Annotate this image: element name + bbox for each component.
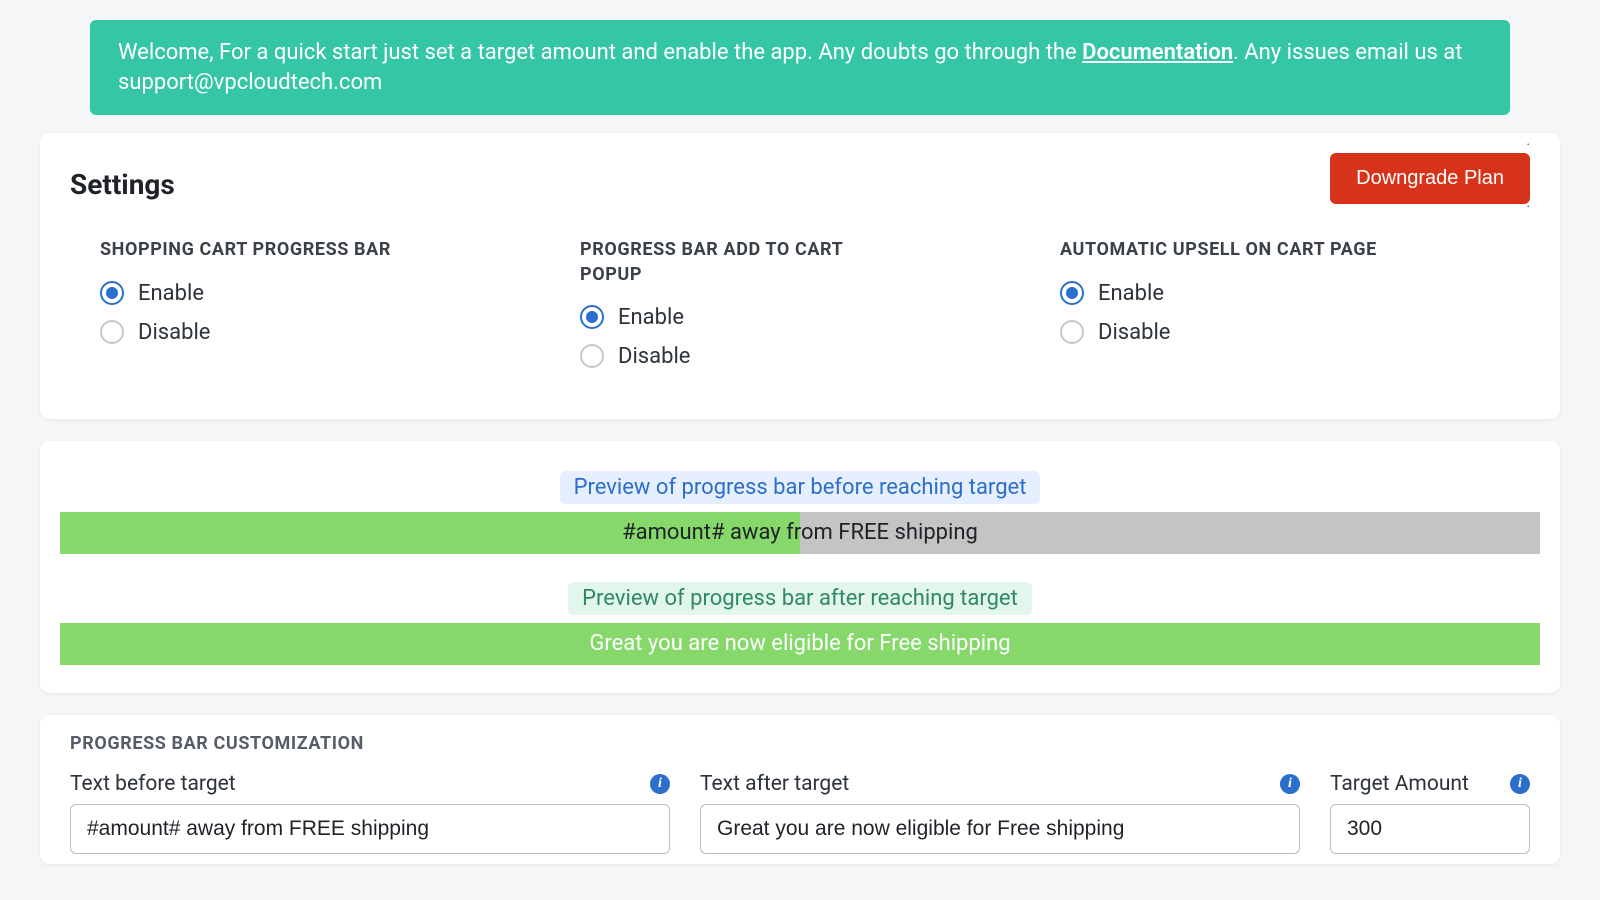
radio-label: Enable [1098,281,1164,306]
field-target-amount: Target Amount i [1330,772,1530,854]
radio-icon [580,344,604,368]
text-after-input[interactable] [700,804,1300,854]
field-text-after: Text after target i [700,772,1300,854]
setting-group-cart-progress: SHOPPING CART PROGRESS BAR Enable Disabl… [100,238,570,383]
downgrade-plan-button[interactable]: Downgrade Plan [1330,153,1530,204]
radio-label: Disable [1098,320,1170,345]
progress-bar-after: Great you are now eligible for Free ship… [60,623,1540,665]
banner-text-before: Welcome, For a quick start just set a ta… [118,40,1082,65]
radio-icon [1060,281,1084,305]
setting-group-upsell: AUTOMATIC UPSELL ON CART PAGE Enable Dis… [1060,238,1530,383]
radio-label: Enable [138,281,204,306]
radio-disable[interactable]: Disable [100,320,570,345]
info-icon[interactable]: i [1510,774,1530,794]
setting-group-popup-progress: PROGRESS BAR ADD TO CART POPUP Enable Di… [580,238,1050,383]
radio-icon [580,305,604,329]
preview-after-label: Preview of progress bar after reaching t… [568,582,1032,615]
target-amount-input[interactable] [1330,804,1530,854]
field-label: Target Amount [1330,772,1469,796]
progress-bar-before: #amount# away from FREE shipping [60,512,1540,554]
preview-before-label: Preview of progress bar before reaching … [560,471,1041,504]
customization-card: PROGRESS BAR CUSTOMIZATION Text before t… [40,715,1560,864]
radio-enable[interactable]: Enable [100,281,570,306]
radio-icon [100,320,124,344]
settings-card: · · Settings Downgrade Plan SHOPPING CAR… [40,133,1560,419]
radio-label: Disable [618,344,690,369]
progress-text-after: Great you are now eligible for Free ship… [589,631,1010,656]
radio-icon [1060,320,1084,344]
setting-heading: AUTOMATIC UPSELL ON CART PAGE [1060,238,1380,262]
setting-heading: SHOPPING CART PROGRESS BAR [100,238,420,262]
info-icon[interactable]: i [1280,774,1300,794]
settings-title: Settings [70,168,175,201]
preview-card: Preview of progress bar before reaching … [40,441,1560,693]
field-text-before: Text before target i [70,772,670,854]
radio-icon [100,281,124,305]
radio-enable[interactable]: Enable [580,305,1050,330]
documentation-link[interactable]: Documentation [1082,40,1233,65]
radio-disable[interactable]: Disable [1060,320,1530,345]
radio-label: Disable [138,320,210,345]
text-before-input[interactable] [70,804,670,854]
info-icon[interactable]: i [650,774,670,794]
setting-heading: PROGRESS BAR ADD TO CART POPUP [580,238,900,287]
radio-enable[interactable]: Enable [1060,281,1530,306]
radio-label: Enable [618,305,684,330]
field-label: Text before target [70,772,236,796]
field-label: Text after target [700,772,849,796]
menu-dots-icon: · [1526,137,1530,153]
customization-heading: PROGRESS BAR CUSTOMIZATION [70,733,1530,754]
progress-text-before: #amount# away from FREE shipping [622,520,978,545]
welcome-banner: Welcome, For a quick start just set a ta… [90,20,1510,115]
radio-disable[interactable]: Disable [580,344,1050,369]
